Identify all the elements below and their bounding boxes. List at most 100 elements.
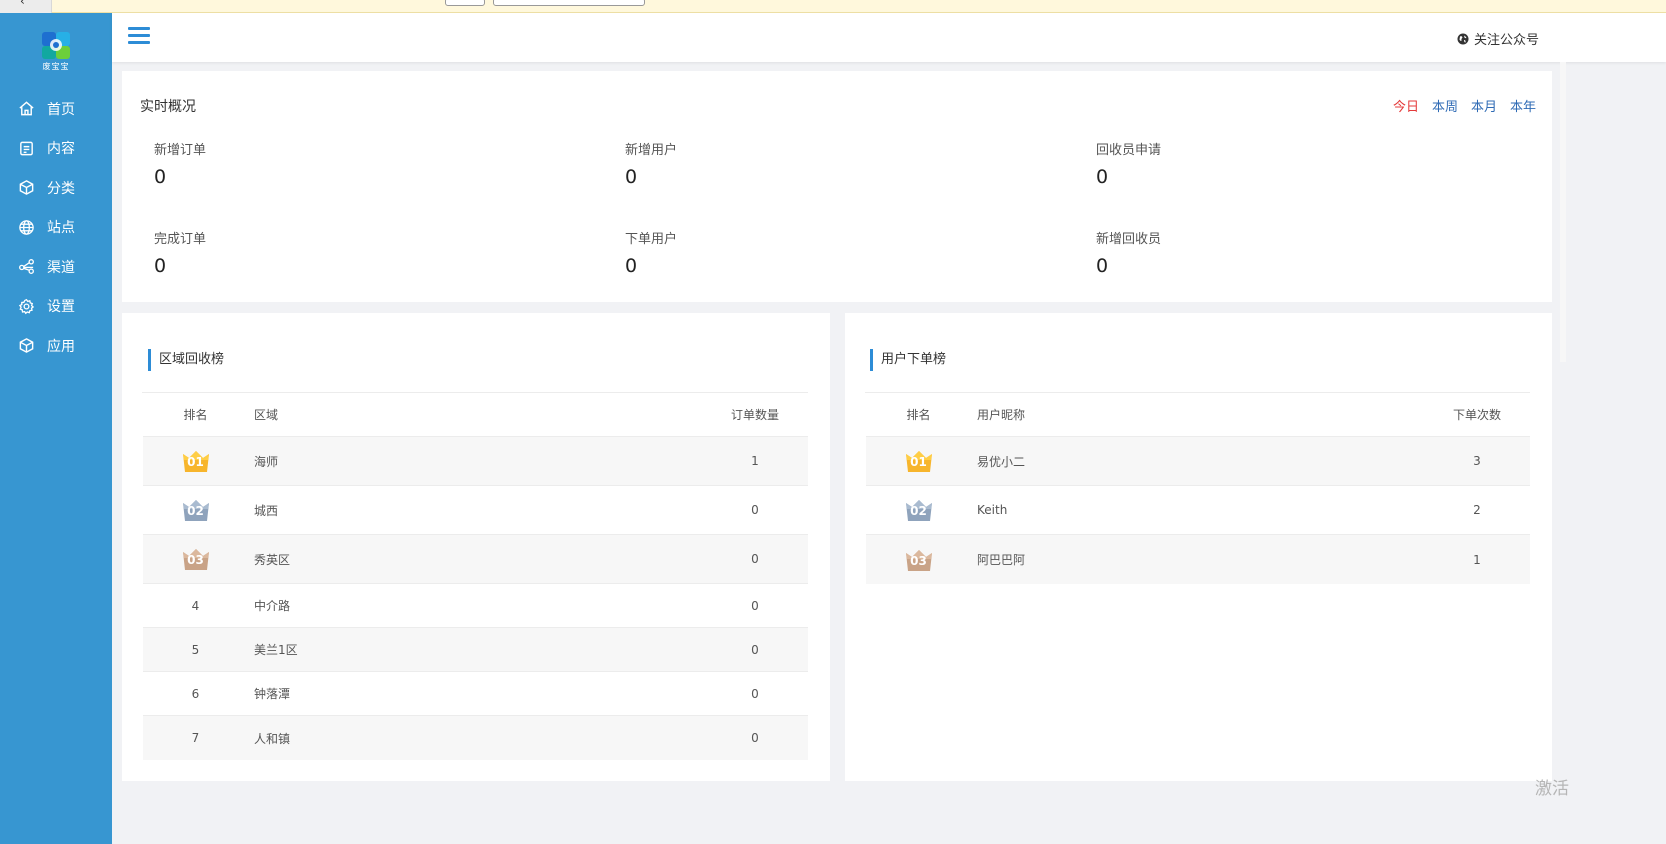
rank-number: 6 [191,686,200,701]
rank-cell: 01 [143,449,248,473]
sidebar-item-settings[interactable]: 设置 [0,287,112,327]
region-name: 海师 [254,454,279,469]
user-rank-table: 排名 用户昵称 下单次数 01 易优小二 3 02 Keith 2 03 阿巴巴… [866,393,1530,584]
sidebar-item-label: 设置 [47,299,75,316]
order-count: 0 [751,503,759,517]
follow-label: 关注公众号 [1473,33,1539,48]
menu-toggle-icon[interactable] [128,27,150,47]
column-header-order-count: 订单数量 [730,408,779,422]
info-bar-corner[interactable]: ‹ [0,0,52,13]
rank-cell: 03 [143,547,248,571]
cube-icon [18,179,35,196]
tab-this-year[interactable]: 本年 [1510,96,1536,115]
column-header-order-times: 下单次数 [1452,408,1501,422]
share-icon [18,258,35,275]
order-count: 0 [751,686,759,701]
tab-today[interactable]: 今日 [1393,96,1419,115]
table-header: 排名 用户昵称 下单次数 [866,393,1530,437]
region-name: 人和镇 [254,731,291,746]
follow-official-account-link[interactable]: 关注公众号 [1457,29,1539,48]
sidebar: 废宝宝 首页 内容 分类 站点 渠道 设置 应用 [0,13,112,844]
region-name: 美兰1区 [254,643,298,657]
order-count: 0 [751,731,759,745]
table-row[interactable]: 6 钟落潭 0 [143,672,808,716]
sidebar-item-label: 应用 [47,338,75,355]
rank-cell: 01 [866,449,971,473]
silver-crown-badge-icon: 02 [181,498,211,522]
rank-cell: 02 [866,498,971,522]
overview-title: 实时概况 [140,99,196,115]
sidebar-item-label: 站点 [47,220,75,237]
stat-value: 0 [625,255,638,277]
table-row[interactable]: 7 人和镇 0 [143,716,808,760]
order-count: 0 [751,552,759,566]
table-row[interactable]: 02 城西 0 [143,486,808,535]
logo-text: 废宝宝 [42,62,70,71]
column-header-nickname: 用户昵称 [977,408,1026,422]
tab-this-month[interactable]: 本月 [1471,96,1497,115]
user-rank-panel: 用户下单榜 排名 用户昵称 下单次数 01 易优小二 3 02 Keith 2 … [845,313,1552,781]
table-row[interactable]: 03 秀英区 0 [143,535,808,584]
sidebar-item-site[interactable]: 站点 [0,208,112,248]
stat-label: 新增回收员 [1096,232,1162,247]
stat-label: 完成订单 [154,232,207,247]
order-count: 0 [751,642,759,657]
table-row[interactable]: 01 易优小二 3 [866,437,1530,486]
order-times: 1 [1473,552,1481,567]
top-header: 关注公众号 [112,13,1666,62]
bronze-crown-badge-icon: 03 [181,547,211,571]
stat-new-collectors: 新增回收员 0 [1096,228,1161,277]
sidebar-nav: 首页 内容 分类 站点 渠道 设置 应用 [0,89,112,366]
page-scrollbar[interactable] [1560,62,1566,362]
bronze-crown-badge-icon: 03 [904,548,934,572]
column-header-rank: 排名 [183,408,208,422]
order-times: 2 [1473,503,1481,517]
table-row[interactable]: 01 海师 1 [143,437,808,486]
stat-label: 回收员申请 [1096,143,1162,158]
cube-icon [18,337,35,354]
rank-number: 4 [191,598,200,613]
stat-value: 0 [154,255,167,277]
order-count: 1 [751,454,759,468]
sidebar-item-channel[interactable]: 渠道 [0,247,112,287]
user-nickname: 易优小二 [977,454,1026,469]
order-times: 3 [1473,454,1481,468]
user-nickname: Keith [977,503,1008,517]
table-row[interactable]: 02 Keith 2 [866,486,1530,535]
stat-new-orders: 新增订单 0 [154,139,206,188]
sidebar-item-label: 渠道 [47,259,75,276]
browser-info-bar: ‹ [0,0,1666,13]
logo-mark-icon [42,32,70,59]
region-name: 钟落潭 [254,687,291,701]
brand-logo[interactable]: 废宝宝 [36,29,76,73]
document-icon [18,140,35,157]
home-icon [18,100,35,117]
info-bar-field[interactable] [445,0,485,6]
info-bar-field-wide[interactable] [493,0,645,6]
chevron-icon: ‹ [20,0,25,8]
gold-crown-badge-icon: 01 [181,449,211,473]
realtime-overview-panel: 实时概况 今日 本周 本月 本年 新增订单 0 新增用户 0 回收员申请 0 完… [122,71,1552,302]
globe-icon [18,219,35,236]
globe-icon [1457,33,1469,44]
table-row[interactable]: 5 美兰1区 0 [143,628,808,672]
rank-cell: 03 [866,548,971,572]
stat-collector-applications: 回收员申请 0 [1096,139,1161,188]
sidebar-item-category[interactable]: 分类 [0,168,112,208]
region-name: 秀英区 [254,552,291,567]
sidebar-item-label: 内容 [47,141,75,158]
sidebar-item-home[interactable]: 首页 [0,89,112,129]
stat-label: 下单用户 [625,232,678,247]
sidebar-item-apps[interactable]: 应用 [0,326,112,366]
stat-value: 0 [1096,166,1109,188]
stat-label: 新增用户 [625,143,678,158]
region-name: 城西 [254,503,279,518]
tab-this-week[interactable]: 本周 [1432,96,1458,115]
sidebar-item-content[interactable]: 内容 [0,129,112,169]
rank-cell: 02 [143,498,248,522]
table-row[interactable]: 03 阿巴巴阿 1 [866,535,1530,584]
region-rank-table: 排名 区域 订单数量 01 海师 1 02 城西 0 03 秀英区 0 4 中介… [143,393,808,760]
table-row[interactable]: 4 中介路 0 [143,584,808,628]
period-tabs: 今日 本周 本月 本年 [1380,96,1536,115]
stat-value: 0 [625,166,638,188]
